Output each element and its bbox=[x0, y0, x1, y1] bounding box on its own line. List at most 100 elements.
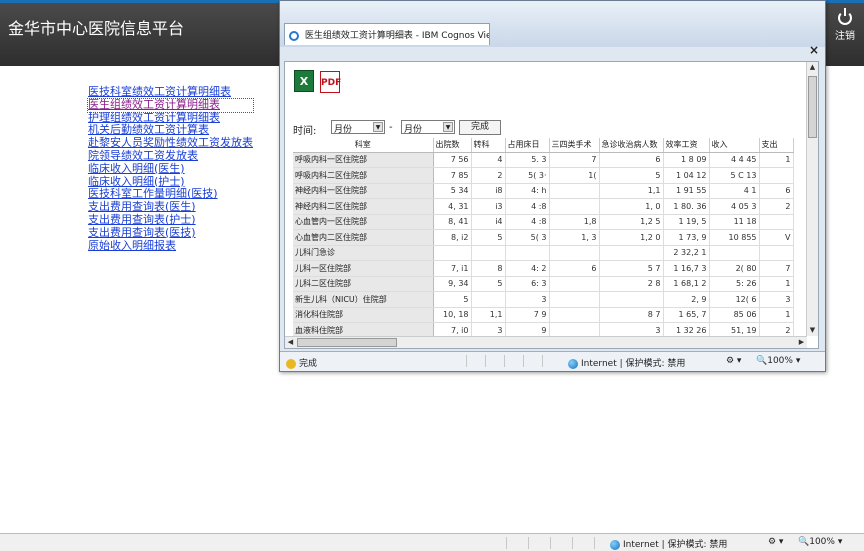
value-cell: 7 9 bbox=[505, 307, 550, 323]
logout-label: 注销 bbox=[835, 31, 855, 42]
value-cell: 7 bbox=[759, 260, 794, 277]
value-cell: 5 bbox=[471, 229, 506, 246]
scroll-up-icon[interactable]: ▲ bbox=[807, 62, 818, 73]
value-cell bbox=[709, 245, 760, 261]
value-cell: 7, i1 bbox=[433, 260, 472, 277]
value-cell: 1 19, 5 bbox=[663, 214, 710, 230]
scroll-right-icon[interactable]: ▶ bbox=[796, 337, 807, 348]
browser-tab[interactable]: 医生组绩效工资计算明细表 - IBM Cognos Vie... bbox=[284, 23, 490, 45]
status-divider bbox=[550, 537, 551, 549]
value-cell bbox=[549, 183, 600, 199]
zone-text: Internet | 保护模式: 禁用 bbox=[623, 540, 728, 550]
status-divider bbox=[523, 355, 524, 367]
excel-icon[interactable]: X bbox=[294, 70, 314, 92]
zone-text: Internet | 保护模式: 禁用 bbox=[581, 359, 686, 369]
value-cell bbox=[471, 291, 506, 308]
zoom-control[interactable]: 🔍100% ▾ bbox=[756, 356, 800, 366]
value-cell: 2 8 bbox=[599, 276, 664, 292]
table-row: 神经内科一区住院部 5 34 i8 4: h 1,1 1 91 55 4 16 bbox=[293, 183, 794, 199]
zoom-level: 100% bbox=[809, 537, 835, 547]
column-header: 占用床日 bbox=[505, 138, 550, 153]
scroll-thumb[interactable] bbox=[297, 338, 397, 347]
protected-mode-icon[interactable]: ⚙ ▾ bbox=[768, 537, 783, 547]
value-cell: i3 bbox=[471, 198, 506, 215]
value-cell: 5 7 bbox=[599, 260, 664, 277]
column-header: 转科 bbox=[471, 138, 506, 153]
horizontal-scrollbar[interactable]: ◀ ▶ bbox=[285, 336, 807, 348]
status-divider bbox=[506, 537, 507, 549]
time-label: 时间: bbox=[293, 126, 317, 137]
power-icon bbox=[838, 8, 852, 25]
value-cell: 8, i2 bbox=[433, 229, 472, 246]
status-divider bbox=[504, 355, 505, 367]
month-to-select[interactable]: 月份 ▼ bbox=[401, 120, 455, 135]
security-zone[interactable]: Internet | 保护模式: 禁用 bbox=[568, 356, 685, 369]
value-cell: 4 bbox=[471, 152, 506, 168]
report-link[interactable]: 支出费用查询表(护士) bbox=[88, 213, 253, 227]
value-cell bbox=[549, 307, 600, 323]
value-cell: 4 4 45 bbox=[709, 152, 760, 168]
report-table: 科室 出院数 转科 占用床日 三四类手术 急诊收治病人数 效率工资 收入 支出 … bbox=[293, 138, 794, 339]
vertical-scrollbar[interactable]: ▲ ▼ bbox=[806, 62, 818, 336]
done-button[interactable]: 完成 bbox=[459, 120, 501, 135]
value-cell: 1, 3 bbox=[549, 229, 600, 246]
table-row: 新生儿科（NICU）住院部 5 3 2, 9 12( 63 bbox=[293, 291, 794, 308]
report-link-active[interactable]: 医生组绩效工资计算明细表 bbox=[87, 97, 254, 113]
table-row: 神经内科二区住院部 4, 31 i3 4 :8 1, 01 80. 36 4 05 32 bbox=[293, 198, 794, 215]
status-divider bbox=[572, 537, 573, 549]
status-divider bbox=[466, 355, 467, 367]
value-cell: 2( 80 bbox=[709, 260, 760, 277]
zoom-control[interactable]: 🔍100% ▾ bbox=[798, 537, 842, 547]
value-cell: 7 56 bbox=[433, 152, 472, 168]
tab-bar: 医生组绩效工资计算明细表 - IBM Cognos Vie... bbox=[280, 1, 825, 47]
value-cell: 1,1 bbox=[471, 307, 506, 323]
value-cell: 1( bbox=[549, 167, 600, 184]
value-cell: i4 bbox=[471, 214, 506, 230]
close-icon[interactable]: × bbox=[809, 43, 819, 57]
value-cell: 9, 34 bbox=[433, 276, 472, 292]
report-link[interactable]: 院领导绩效工资发放表 bbox=[88, 149, 253, 163]
month-from-select[interactable]: 月份 ▼ bbox=[331, 120, 385, 135]
value-cell: 4 05 3 bbox=[709, 198, 760, 215]
column-header: 急诊收治病人数 bbox=[599, 138, 664, 153]
scroll-down-icon[interactable]: ▼ bbox=[807, 325, 818, 336]
value-cell: V bbox=[759, 229, 794, 246]
value-cell: 3 bbox=[759, 291, 794, 308]
report-popup-window: 医生组绩效工资计算明细表 - IBM Cognos Vie... × X PDF … bbox=[279, 0, 826, 372]
report-link[interactable]: 医技科室绩效工资计算明细表 bbox=[88, 85, 253, 99]
report-link[interactable]: 原始收入明细报表 bbox=[88, 239, 253, 253]
table-row: 呼吸内科二区住院部 7 85 2 5( 3· 1(5 1 04 12 5 C 13 bbox=[293, 167, 794, 184]
department-cell: 呼吸内科二区住院部 bbox=[293, 167, 434, 184]
value-cell: 4 1 bbox=[709, 183, 760, 199]
value-cell: 1 04 12 bbox=[663, 167, 710, 184]
value-cell: 6: 3 bbox=[505, 276, 550, 292]
protected-mode-icon[interactable]: ⚙ ▾ bbox=[726, 356, 741, 366]
value-cell bbox=[599, 245, 664, 261]
table-row: 儿科门急诊 2 32,2 1 bbox=[293, 245, 794, 261]
table-row: 心血管内一区住院部 8, 41 i4 4 :8 1,8 1,2 51 19, 5 11 18 bbox=[293, 214, 794, 230]
value-cell: 8, 41 bbox=[433, 214, 472, 230]
tab-title: 医生组绩效工资计算明细表 - IBM Cognos Vie... bbox=[304, 31, 490, 41]
scroll-left-icon[interactable]: ◀ bbox=[285, 337, 296, 348]
value-cell: 1 8 09 bbox=[663, 152, 710, 168]
report-viewer: X PDF 时间: 月份 ▼ - 月份 ▼ 完成 科室 出院数 转科 占用床日 … bbox=[284, 61, 819, 349]
value-cell: 7 bbox=[549, 152, 600, 168]
report-link[interactable]: 支出费用查询表(医技) bbox=[88, 226, 253, 240]
value-cell: 5( 3 bbox=[505, 229, 550, 246]
value-cell: 1 bbox=[759, 307, 794, 323]
value-cell: 1 bbox=[759, 276, 794, 292]
value-cell: 1 16,7 3 bbox=[663, 260, 710, 277]
security-zone[interactable]: Internet | 保护模式: 禁用 bbox=[610, 537, 727, 550]
logout-button[interactable]: 注销 bbox=[832, 8, 858, 42]
department-cell: 新生儿科（NICU）住院部 bbox=[293, 291, 434, 308]
value-cell: 7 85 bbox=[433, 167, 472, 184]
report-link[interactable]: 临床收入明细(医生) bbox=[88, 162, 253, 176]
pdf-icon[interactable]: PDF bbox=[320, 71, 341, 93]
value-cell bbox=[549, 276, 600, 292]
scroll-thumb[interactable] bbox=[808, 76, 817, 138]
value-cell: 8 bbox=[471, 260, 506, 277]
value-cell bbox=[759, 214, 794, 230]
table-row: 消化科住院部 10, 18 1,1 7 9 8 71 65, 7 85 06 1 bbox=[293, 307, 794, 323]
zoom-icon: 🔍 bbox=[756, 356, 768, 366]
status-divider bbox=[594, 537, 595, 549]
